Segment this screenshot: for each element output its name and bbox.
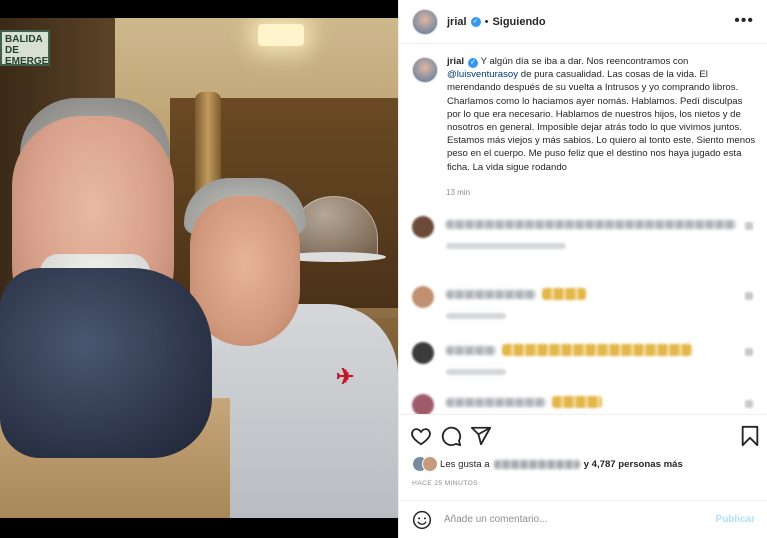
instagram-post-view: BALIDA DE EMERGENCIA ✈ jrial ✓ • Siguien… bbox=[0, 0, 767, 538]
caption-avatar[interactable] bbox=[412, 57, 438, 83]
comment-like-icon[interactable] bbox=[745, 222, 753, 230]
emergency-sign: BALIDA DE EMERGENCIA bbox=[0, 30, 50, 66]
comment-item bbox=[412, 390, 757, 415]
post-caption: jrial ✓ Y algún día se iba a dar. Nos ree… bbox=[412, 55, 757, 174]
share-icon[interactable] bbox=[470, 425, 492, 447]
liker-name-blurred[interactable] bbox=[493, 459, 580, 469]
jordan-logo-icon: ✈ bbox=[336, 364, 355, 389]
comment-icon[interactable] bbox=[440, 425, 462, 447]
comment-avatar[interactable] bbox=[412, 342, 434, 364]
comment-like-icon[interactable] bbox=[745, 348, 753, 356]
caption-verified-badge-icon: ✓ bbox=[468, 58, 479, 68]
comment-meta-blurred bbox=[446, 243, 566, 249]
comment-like-icon[interactable] bbox=[745, 400, 753, 408]
comment-input[interactable] bbox=[442, 513, 706, 526]
heart-icon[interactable] bbox=[410, 425, 432, 447]
likes-count-link[interactable]: y 4,787 personas más bbox=[584, 459, 683, 470]
liker-avatar bbox=[422, 456, 438, 472]
caption-mention-link[interactable]: @luisventurasoy bbox=[447, 69, 518, 80]
caption-timestamp: 13 min bbox=[446, 188, 471, 197]
comments-list[interactable] bbox=[399, 210, 767, 415]
header-separator: • bbox=[484, 15, 489, 28]
comment-emojis-blurred bbox=[542, 288, 586, 300]
caption-part-1: Y algún día se iba a dar. Nos reencontra… bbox=[478, 56, 689, 67]
post-actions-bar bbox=[399, 414, 767, 458]
author-avatar[interactable] bbox=[412, 8, 438, 35]
comment-item bbox=[412, 338, 757, 378]
emoji-icon[interactable] bbox=[412, 510, 432, 530]
comment-item bbox=[412, 212, 757, 252]
likes-summary: Les gusta a y 4,787 personas más bbox=[412, 456, 683, 472]
comment-emojis-blurred bbox=[502, 344, 692, 356]
post-photo[interactable]: BALIDA DE EMERGENCIA ✈ bbox=[0, 0, 398, 538]
following-button[interactable]: Siguiendo bbox=[492, 16, 545, 28]
comment-text-blurred bbox=[446, 398, 546, 407]
photo-scene: BALIDA DE EMERGENCIA ✈ bbox=[0, 18, 398, 518]
comment-avatar[interactable] bbox=[412, 286, 434, 308]
caption-username[interactable]: jrial bbox=[447, 56, 464, 67]
post-side-panel: jrial ✓ • Siguiendo ••• jrial ✓ Y algún d… bbox=[398, 0, 767, 538]
liker-avatars[interactable] bbox=[412, 456, 440, 472]
comment-avatar[interactable] bbox=[412, 394, 434, 415]
comment-text-blurred bbox=[446, 220, 736, 229]
post-header: jrial ✓ • Siguiendo ••• bbox=[399, 0, 767, 44]
bookmark-icon[interactable] bbox=[739, 425, 761, 447]
post-timestamp: HACE 25 MINUTOS bbox=[412, 480, 478, 487]
comment-avatar[interactable] bbox=[412, 216, 434, 238]
comment-composer: Publicar bbox=[399, 500, 767, 538]
comment-item bbox=[412, 282, 757, 322]
caption-text: jrial ✓ Y algún día se iba a dar. Nos ree… bbox=[447, 55, 757, 174]
person-left-scarf bbox=[0, 268, 212, 458]
publish-button[interactable]: Publicar bbox=[716, 514, 755, 525]
ceiling-lamp bbox=[258, 24, 304, 46]
comment-meta-blurred bbox=[446, 369, 506, 375]
comment-text-blurred bbox=[446, 290, 536, 299]
comment-like-icon[interactable] bbox=[745, 292, 753, 300]
more-options-icon[interactable]: ••• bbox=[734, 12, 754, 30]
comment-emojis-blurred bbox=[552, 396, 602, 408]
comment-meta-blurred bbox=[446, 313, 506, 319]
likes-prefix: Les gusta a bbox=[440, 458, 490, 470]
author-username[interactable]: jrial bbox=[447, 16, 467, 28]
verified-badge-icon: ✓ bbox=[470, 16, 481, 27]
comment-text-blurred bbox=[446, 346, 496, 355]
caption-part-2: de pura casualidad. Las cosas de la vida… bbox=[447, 69, 756, 173]
